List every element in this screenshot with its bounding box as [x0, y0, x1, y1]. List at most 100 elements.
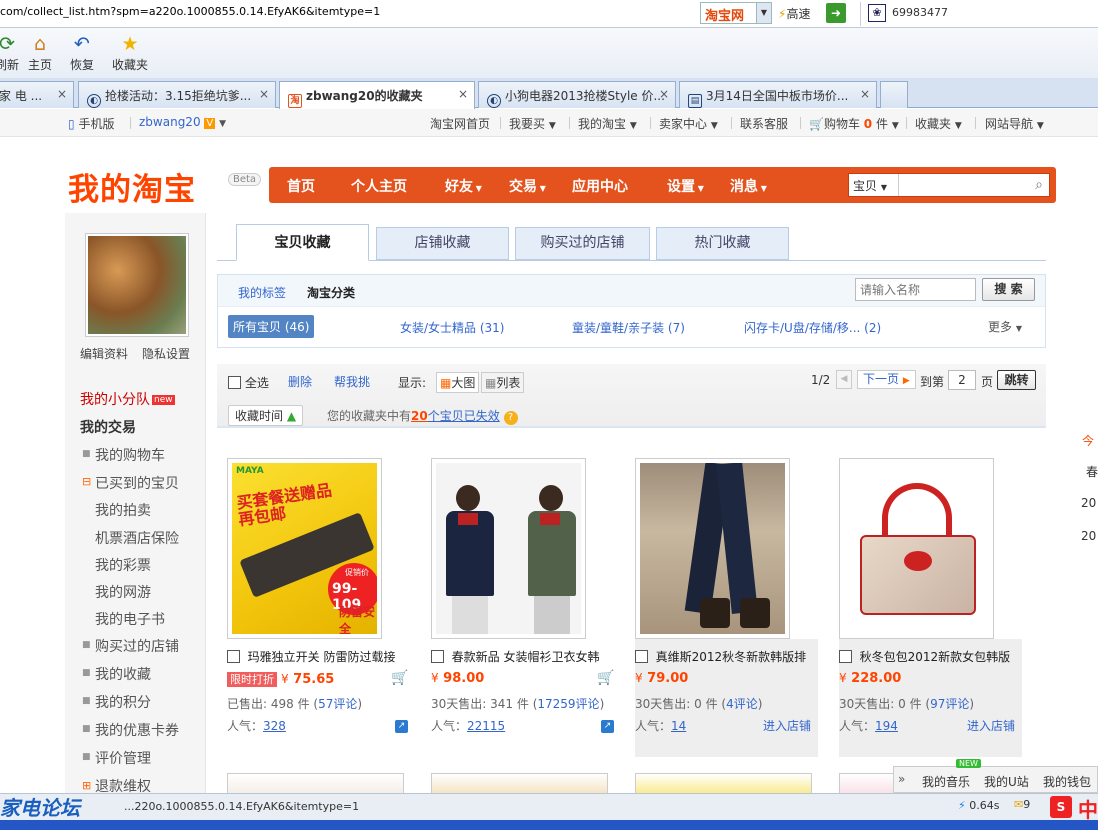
refresh-button[interactable]: ⟳ 刷新	[0, 32, 22, 73]
sidebar-item-ebooks[interactable]: 我的电子书	[95, 609, 165, 629]
delete-link[interactable]: 删除	[288, 373, 312, 390]
reviews-link[interactable]: 97评论	[930, 697, 969, 711]
share-icon[interactable]: ↗	[601, 720, 614, 733]
sidebar-item-travel[interactable]: 机票酒店保险	[95, 528, 179, 548]
cart-add-icon[interactable]: 🛒	[391, 670, 408, 686]
sidebar-item-reviews[interactable]: 评价管理	[95, 748, 151, 768]
nav-favorites[interactable]: 收藏夹 ▼	[915, 115, 962, 132]
product-image[interactable]	[839, 458, 994, 639]
my-taobao-logo[interactable]: 我的淘宝	[68, 164, 196, 209]
reviews-link[interactable]: 57评论	[318, 697, 357, 711]
collapse-icon[interactable]: ⊟	[82, 475, 91, 488]
nav-home[interactable]: 首页	[287, 176, 315, 196]
nav-service[interactable]: 联系客服	[740, 115, 788, 132]
nav-buy[interactable]: 我要买 ▼	[509, 115, 556, 132]
nav-my-taobao[interactable]: 我的淘宝 ▼	[578, 115, 637, 132]
sidebar-item-coupons[interactable]: 我的优惠卡券	[95, 720, 179, 740]
edit-profile-link[interactable]: 编辑资料	[80, 345, 128, 362]
checkbox[interactable]	[227, 650, 240, 663]
checkbox[interactable]	[839, 650, 852, 663]
paw-icon[interactable]: ❀	[868, 4, 886, 22]
search-scope-select[interactable]: 宝贝 ▼	[849, 174, 899, 196]
pop-value[interactable]: 22115	[467, 719, 505, 733]
close-icon[interactable]: ×	[57, 87, 67, 101]
speed-mode[interactable]: ⚡高速	[778, 5, 810, 22]
product-image[interactable]	[635, 458, 790, 639]
nav-profile[interactable]: 个人主页	[351, 176, 407, 196]
pop-value[interactable]: 328	[263, 719, 286, 733]
favorites-search-input[interactable]	[855, 278, 976, 301]
view-list-button[interactable]: ▦列表	[481, 372, 525, 393]
jump-button[interactable]: 跳转	[997, 370, 1036, 390]
sidebar-item-games[interactable]: 我的网游	[95, 582, 151, 602]
tab-2[interactable]: ◐ 抢楼活动：3.15拒绝坑爹... ×	[78, 81, 276, 108]
favorites-search-button[interactable]: 搜 索	[982, 278, 1035, 301]
user-link[interactable]: zbwang20 V ▼	[139, 115, 226, 129]
category-womens[interactable]: 女装/女士精品 (31)	[400, 319, 505, 336]
enter-shop-link[interactable]: 进入店铺	[763, 717, 811, 734]
invalid-count[interactable]: 20	[411, 409, 428, 423]
invalid-link[interactable]: 个宝贝已失效	[428, 409, 500, 423]
nav-seller[interactable]: 卖家中心 ▼	[659, 115, 718, 132]
tab-1[interactable]: 家 电 ... ×	[0, 81, 74, 108]
close-icon[interactable]: ×	[860, 87, 870, 101]
sidebar-item-shops[interactable]: 购买过的店铺	[95, 636, 179, 656]
product-title[interactable]: 玛雅独立开关 防雷防过载接	[248, 650, 396, 664]
taobao-category-tab[interactable]: 淘宝分类	[307, 284, 355, 301]
checkbox[interactable]	[635, 650, 648, 663]
close-icon[interactable]: ×	[458, 87, 468, 101]
nav-cart[interactable]: 🛒购物车 0 件 ▼	[809, 115, 899, 132]
tab-4[interactable]: ◐ 小狗电器2013抢楼Style 价... ×	[478, 81, 676, 108]
product-name[interactable]: 秋冬包包2012新款女包韩版	[839, 648, 1014, 665]
home-button[interactable]: ⌂ 主页	[26, 32, 54, 73]
nav-settings[interactable]: 设置 ▼	[667, 176, 704, 196]
help-icon[interactable]: ?	[503, 411, 518, 425]
view-big-button[interactable]: ▦大图	[436, 372, 480, 393]
url-input[interactable]: com/collect_list.htm?spm=a220o.1000855.0…	[0, 5, 380, 18]
avatar[interactable]	[85, 233, 189, 337]
nav-trade[interactable]: 交易 ▼	[509, 176, 546, 196]
nav-apps[interactable]: 应用中心	[572, 176, 628, 196]
collapse-arrow-icon[interactable]: »	[898, 772, 905, 786]
reviews-link[interactable]: 17259评论	[537, 697, 599, 711]
product-name[interactable]: 春款新品 女装帽衫卫衣女韩	[431, 648, 606, 665]
product-name[interactable]: 真维斯2012秋冬新款韩版排	[635, 648, 810, 665]
close-icon[interactable]: ×	[659, 87, 669, 101]
my-tags-tab[interactable]: 我的标签	[238, 284, 286, 301]
search-engine-select[interactable]: 淘宝网 ▼	[700, 2, 772, 24]
favorites-button[interactable]: ★ 收藏夹	[110, 32, 150, 73]
sidebar-item-auction[interactable]: 我的拍卖	[95, 500, 151, 520]
product-title[interactable]: 秋冬包包2012新款女包韩版	[860, 650, 1011, 664]
ime-icon[interactable]: 中	[1078, 794, 1098, 823]
tab-shop-favorites[interactable]: 店铺收藏	[376, 227, 509, 260]
sidebar-item-favorites[interactable]: 我的收藏	[95, 664, 151, 684]
tab-3[interactable]: 淘 zbwang20的收藏夹 ×	[279, 81, 475, 109]
my-wallet-link[interactable]: 我的钱包	[1043, 773, 1091, 790]
checkbox[interactable]	[431, 650, 444, 663]
category-storage[interactable]: 闪存卡/U盘/存储/移... (2)	[744, 319, 881, 336]
product-title[interactable]: 春款新品 女装帽衫卫衣女韩	[452, 650, 600, 664]
select-all[interactable]: 全选	[228, 374, 269, 391]
pop-value[interactable]: 194	[875, 719, 898, 733]
new-tab-button[interactable]	[880, 81, 908, 108]
sidebar-item-lottery[interactable]: 我的彩票	[95, 555, 151, 575]
sidebar-item-points[interactable]: 我的积分	[95, 692, 151, 712]
undo-button[interactable]: ↶ 恢复	[62, 32, 102, 73]
product-image[interactable]	[431, 458, 586, 639]
product-title[interactable]: 真维斯2012秋冬新款韩版排	[656, 650, 807, 664]
nav-taobao-home[interactable]: 淘宝网首页	[430, 115, 490, 132]
page-input[interactable]: 2	[948, 370, 976, 390]
search-icon[interactable]: ⌕	[1035, 177, 1043, 193]
close-icon[interactable]: ×	[259, 87, 269, 101]
sort-by-time[interactable]: 收藏时间 ▲	[228, 405, 304, 426]
tab-5[interactable]: ▤ 3月14日全国中板市场价... ×	[679, 81, 877, 108]
tab-bought-shops[interactable]: 购买过的店铺	[515, 227, 650, 260]
my-music-link[interactable]: 我的音乐	[922, 773, 970, 790]
mobile-link[interactable]: ▯ 手机版	[68, 115, 114, 132]
tab-item-favorites[interactable]: 宝贝收藏	[236, 224, 369, 261]
category-all[interactable]: 所有宝贝 (46)	[228, 315, 315, 338]
more-categories[interactable]: 更多 ▼	[988, 318, 1022, 335]
mail-notifier[interactable]: ✉9	[1014, 798, 1030, 811]
nav-friends[interactable]: 好友 ▼	[445, 176, 482, 196]
my-team-link[interactable]: 我的小分队 new	[80, 389, 175, 409]
